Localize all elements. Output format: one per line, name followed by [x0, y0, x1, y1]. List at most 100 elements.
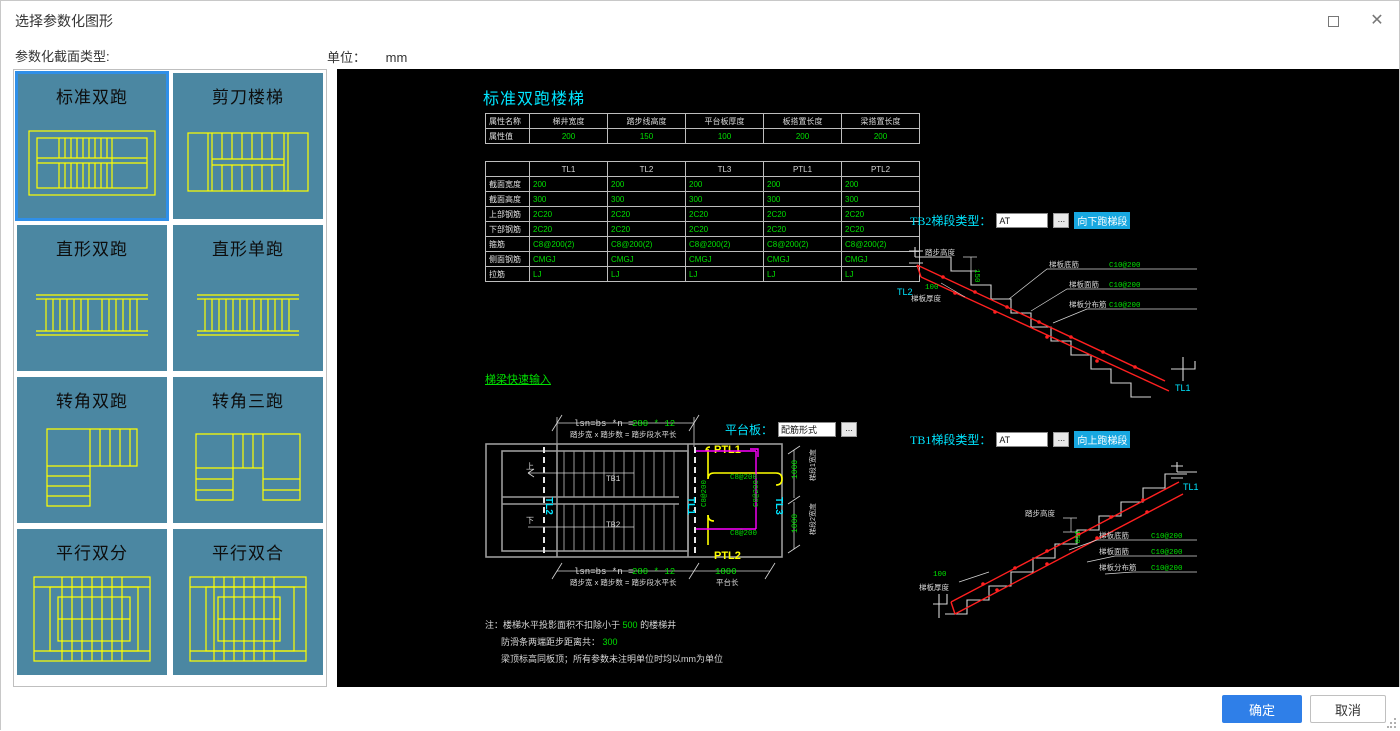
beam-col-header: PTL1: [763, 161, 842, 177]
beam-cell[interactable]: 2C20: [841, 221, 920, 237]
attr-value-header: 属性值: [485, 128, 530, 144]
beam-cell[interactable]: 2C20: [607, 206, 686, 222]
beam-cell[interactable]: 300: [685, 191, 764, 207]
tb2-callout-label-1: 梯板底筋: [1049, 259, 1079, 269]
beam-cell[interactable]: CMGJ: [685, 251, 764, 267]
beam-cell[interactable]: 200: [685, 176, 764, 192]
tb2-type-label: TB2梯段类型：: [910, 214, 992, 228]
shape-tile-label: 剪刀楼梯: [212, 88, 284, 107]
beam-cell[interactable]: 2C20: [763, 221, 842, 237]
cancel-button[interactable]: 取消: [1310, 695, 1386, 723]
close-icon[interactable]: ✕: [1355, 1, 1399, 41]
tile-cell: 平行双分: [14, 526, 170, 678]
maximize-icon[interactable]: [1311, 1, 1355, 41]
beam-cell[interactable]: 200: [763, 176, 842, 192]
beam-cell[interactable]: C8@200(2): [685, 236, 764, 252]
tb2-callout-label-2: 梯板面筋: [1069, 279, 1099, 289]
tb1-callout-label-3: 梯板分布筋: [1099, 562, 1137, 572]
unit-row: 单位： mm: [327, 47, 407, 66]
beam-cell[interactable]: CMGJ: [529, 251, 608, 267]
attr-value-cell[interactable]: 200: [841, 128, 920, 144]
parallel-split-icon: [18, 564, 166, 674]
beam-cell[interactable]: 2C20: [685, 221, 764, 237]
plan-label-down: 下: [526, 516, 534, 525]
shape-tile-corner-double-run[interactable]: 转角双跑: [17, 377, 167, 523]
plan-view: lsn=bs *n = 280 * 12 踏步宽 x 踏步数 = 踏步段水平长: [482, 409, 822, 599]
section-type-label-row: 参数化截面类型:: [1, 41, 1399, 69]
tb1-slab-thick-value: 100: [933, 571, 947, 579]
beam-row-label: 截面宽度: [485, 176, 530, 192]
shape-tile-straight-single-run[interactable]: 直形单跑: [173, 225, 323, 371]
shape-tile-corner-triple-run[interactable]: 转角三跑: [173, 377, 323, 523]
attribute-table: 属性名称 梯井宽度 踏步线高度 平台板厚度 板搭置长度 梁搭置长度 属性值 20…: [485, 113, 920, 144]
beam-cell[interactable]: 300: [841, 191, 920, 207]
dialog-window: 选择参数化图形 ✕ 参数化截面类型: 单位： mm 标准双跑 剪刀楼梯 直形双跑…: [0, 0, 1400, 731]
beam-cell[interactable]: C8@200(2): [607, 236, 686, 252]
attr-value-cell[interactable]: 200: [529, 128, 608, 144]
unit-value: mm: [385, 50, 408, 65]
beam-cell[interactable]: 2C20: [529, 221, 608, 237]
beam-cell[interactable]: CMGJ: [607, 251, 686, 267]
beam-cell[interactable]: 300: [529, 191, 608, 207]
shape-tile-label: 转角三跑: [212, 392, 284, 411]
table-row: 拉筋 LJ LJ LJ LJ LJ: [485, 266, 920, 282]
beam-row-label: 上部钢筋: [485, 206, 530, 222]
beam-cell[interactable]: LJ: [607, 266, 686, 282]
tb2-step-height-label: 踏步高度: [925, 247, 955, 257]
beam-cell[interactable]: 300: [607, 191, 686, 207]
tb1-type-ellipsis-button[interactable]: ...: [1053, 432, 1070, 447]
tb2-type-input[interactable]: AT: [996, 213, 1049, 228]
beam-cell[interactable]: 2C20: [529, 206, 608, 222]
beam-cell[interactable]: C8@200(2): [763, 236, 842, 252]
table-row: 上部钢筋 2C20 2C20 2C20 2C20 2C20: [485, 206, 920, 222]
beam-cell[interactable]: 200: [841, 176, 920, 192]
shape-tile-scissor-stair[interactable]: 剪刀楼梯: [173, 73, 323, 219]
section-view-tb2: 踏步高度 150 100 梯板厚度 TL2 TL1 梯板底筋 C10@200 梯…: [897, 239, 1397, 399]
tb1-type-input[interactable]: AT: [996, 432, 1049, 447]
plan-label-tb2: TB2: [606, 521, 621, 530]
beam-cell[interactable]: LJ: [685, 266, 764, 282]
attr-value-cell[interactable]: 150: [607, 128, 686, 144]
tb1-slab-thick-label: 梯板厚度: [919, 582, 949, 592]
ok-button[interactable]: 确定: [1222, 695, 1302, 723]
beam-cell[interactable]: CMGJ: [763, 251, 842, 267]
tb2-beam-right: TL1: [1175, 383, 1191, 393]
quick-input-link[interactable]: 梯梁快速输入: [485, 371, 551, 387]
tile-cell: 直形单跑: [170, 222, 326, 374]
plan-dim-right-top: 1000: [791, 460, 800, 479]
resize-grip[interactable]: [1387, 718, 1397, 728]
beam-cell[interactable]: 2C20: [685, 206, 764, 222]
tb1-callout-label-1: 梯板底筋: [1099, 530, 1129, 540]
plan-platform-len-note: 平台长: [716, 577, 739, 587]
tb2-type-ellipsis-button[interactable]: ...: [1053, 213, 1070, 228]
shape-tile-label: 平行双合: [212, 544, 284, 563]
beam-cell[interactable]: LJ: [529, 266, 608, 282]
shape-tile-standard-double-run[interactable]: 标准双跑: [15, 71, 169, 221]
svg-text:280 * 12: 280 * 12: [632, 567, 675, 577]
shape-tile-parallel-split[interactable]: 平行双分: [17, 529, 167, 675]
table-row: 下部钢筋 2C20 2C20 2C20 2C20 2C20: [485, 221, 920, 237]
tb2-slab-thick-value: 100: [925, 284, 939, 292]
beam-cell[interactable]: 2C20: [763, 206, 842, 222]
plan-label-tb1: TB1: [606, 475, 621, 484]
beam-cell[interactable]: 2C20: [607, 221, 686, 237]
beam-cell[interactable]: 200: [529, 176, 608, 192]
tb1-type-row: TB1梯段类型： AT ... 向上跑梯段: [910, 431, 1131, 448]
beam-cell[interactable]: 2C20: [841, 206, 920, 222]
attr-value-cell[interactable]: 200: [763, 128, 842, 144]
platform-slab-ellipsis-button[interactable]: ...: [841, 422, 858, 437]
shape-type-list[interactable]: 标准双跑 剪刀楼梯 直形双跑 直形单跑 转角双跑 转角三跑 平行双分 平行双合: [13, 69, 327, 687]
beam-cell[interactable]: 300: [763, 191, 842, 207]
attr-name-header: 属性名称: [485, 113, 530, 129]
beam-row-label: 侧面钢筋: [485, 251, 530, 267]
beam-cell[interactable]: C8@200(2): [529, 236, 608, 252]
attr-value-cell[interactable]: 100: [685, 128, 764, 144]
beam-cell[interactable]: 200: [607, 176, 686, 192]
beam-cell[interactable]: LJ: [763, 266, 842, 282]
tb1-step-height-label: 踏步高度: [1025, 508, 1055, 518]
tb2-direction-tag: 向下跑梯段: [1074, 212, 1131, 229]
shape-tile-parallel-merge[interactable]: 平行双合: [173, 529, 323, 675]
shape-tile-straight-double-run[interactable]: 直形双跑: [17, 225, 167, 371]
parallel-merge-icon: [174, 564, 322, 674]
plan-label-up: 上: [526, 462, 534, 471]
